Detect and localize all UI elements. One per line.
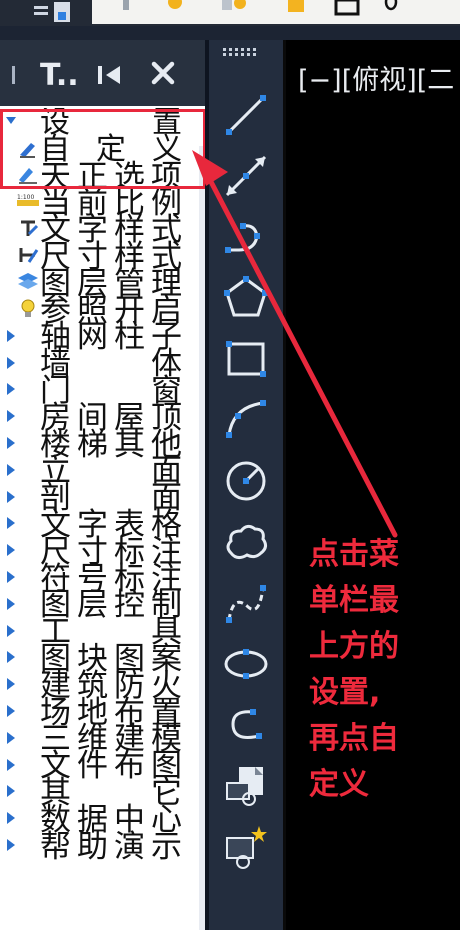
tree-item[interactable]: 参照开启 bbox=[0, 295, 205, 326]
palette-title: T.. bbox=[40, 58, 79, 93]
chevron-right-icon[interactable] bbox=[5, 410, 17, 423]
chevron-right-icon[interactable] bbox=[5, 544, 17, 557]
chevron-right-icon[interactable] bbox=[5, 731, 17, 744]
chevron-right-icon[interactable] bbox=[5, 785, 17, 798]
tree-item[interactable]: 1:100 当前比例 bbox=[0, 188, 205, 219]
tree-item[interactable]: 门 窗 bbox=[0, 375, 205, 406]
palette-tree: 设 置自定义天正选项 1:100 当前比例文字样式尺寸样式图层管理参照开启轴网柱子墙… bbox=[0, 108, 205, 930]
color-swatch-icon[interactable] bbox=[288, 0, 306, 14]
tree-item[interactable]: 帮助演示 bbox=[0, 828, 205, 865]
tree-item[interactable]: 其 它 bbox=[0, 777, 205, 808]
dimension-style-icon bbox=[17, 244, 39, 266]
rectangle-icon[interactable] bbox=[219, 332, 273, 386]
revision-cloud-icon[interactable] bbox=[219, 515, 273, 569]
annotation-line: 单栏最 bbox=[309, 583, 399, 618]
viewport-label[interactable]: [−][俯视][二 bbox=[298, 58, 454, 97]
palette-header: T.. bbox=[0, 40, 205, 106]
chevron-right-icon[interactable] bbox=[5, 651, 17, 664]
draw-toolbar bbox=[205, 40, 283, 930]
chevron-right-icon[interactable] bbox=[5, 758, 17, 771]
spline-icon[interactable] bbox=[219, 576, 273, 630]
line-icon[interactable] bbox=[219, 88, 273, 142]
chevron-right-icon[interactable] bbox=[5, 463, 17, 476]
chevron-right-icon[interactable] bbox=[5, 704, 17, 717]
scale-icon: 1:100 bbox=[17, 191, 39, 213]
tree-item[interactable]: 文字表格 bbox=[0, 509, 205, 540]
lightbulb-icon bbox=[17, 298, 39, 320]
annotation-text: 点击菜单栏最上方的设置, 再点自定义 bbox=[309, 532, 449, 808]
annotation-line: 上方的 bbox=[309, 629, 399, 664]
sun-icon[interactable] bbox=[162, 0, 188, 14]
auto-hide-icon[interactable] bbox=[96, 62, 124, 88]
construction-line-icon[interactable] bbox=[219, 149, 273, 203]
tree-item[interactable]: 立 面 bbox=[0, 456, 205, 487]
chevron-right-icon[interactable] bbox=[5, 329, 17, 342]
tree-item[interactable]: 图层管理 bbox=[0, 268, 205, 299]
close-icon[interactable] bbox=[150, 60, 176, 86]
annotation-line: 设置, bbox=[309, 675, 381, 710]
top-strip bbox=[0, 0, 460, 26]
tree-item[interactable]: 尺寸标注 bbox=[0, 536, 205, 567]
chevron-right-icon[interactable] bbox=[5, 383, 17, 396]
tree-item[interactable]: 楼梯其他 bbox=[0, 429, 205, 460]
chevron-right-icon[interactable] bbox=[5, 597, 17, 610]
tree-item[interactable]: 房间屋顶 bbox=[0, 402, 205, 433]
highlight-box bbox=[0, 109, 206, 189]
tree-item[interactable]: 图块图案 bbox=[0, 643, 205, 674]
grip-icon[interactable] bbox=[12, 66, 18, 84]
pin-icon[interactable] bbox=[118, 0, 134, 14]
tree-item[interactable]: 图层控制 bbox=[0, 590, 205, 621]
tree-item[interactable]: 工 具 bbox=[0, 617, 205, 648]
ribbon-strip bbox=[92, 0, 460, 24]
text-style-icon bbox=[17, 218, 39, 240]
chevron-right-icon[interactable] bbox=[5, 490, 17, 503]
tree-item[interactable]: 剖 面 bbox=[0, 483, 205, 514]
circle-icon[interactable] bbox=[219, 454, 273, 508]
tree-item[interactable]: 墙 体 bbox=[0, 349, 205, 380]
tree-item[interactable]: 轴网柱子 bbox=[0, 322, 205, 353]
polygon-icon[interactable] bbox=[219, 271, 273, 325]
chevron-right-icon[interactable] bbox=[5, 570, 17, 583]
zero-icon[interactable] bbox=[382, 0, 402, 14]
chevron-right-icon[interactable] bbox=[5, 517, 17, 530]
square-icon[interactable] bbox=[332, 0, 366, 18]
tree-item[interactable]: 文字样式 bbox=[0, 215, 205, 246]
tree-item[interactable]: 尺寸样式 bbox=[0, 241, 205, 272]
svg-text:1:100: 1:100 bbox=[17, 194, 34, 201]
toolbar-grip-icon[interactable] bbox=[223, 48, 269, 56]
tree-item[interactable]: 建筑防火 bbox=[0, 670, 205, 701]
tree-item-label: 帮助演示 bbox=[40, 828, 182, 865]
annotation-line: 点击菜 bbox=[309, 537, 399, 572]
create-block-icon[interactable] bbox=[219, 820, 273, 874]
ellipse-arc-icon[interactable] bbox=[219, 698, 273, 752]
tree-item[interactable]: 场地布置 bbox=[0, 697, 205, 728]
layout-icon[interactable] bbox=[30, 0, 80, 26]
polyline-icon[interactable] bbox=[219, 210, 273, 264]
light-bulb-icon[interactable] bbox=[220, 0, 250, 14]
chevron-right-icon[interactable] bbox=[5, 624, 17, 637]
layers-icon bbox=[17, 271, 39, 293]
tree-item[interactable]: 三维建模 bbox=[0, 724, 205, 755]
annotation-line: 再点自 bbox=[309, 721, 399, 756]
chevron-right-icon[interactable] bbox=[5, 678, 17, 691]
tree-item[interactable]: 数据中心 bbox=[0, 804, 205, 835]
tree-item[interactable]: 符号标注 bbox=[0, 563, 205, 594]
insert-block-icon[interactable] bbox=[219, 759, 273, 813]
chevron-right-icon[interactable] bbox=[5, 356, 17, 369]
ellipse-icon[interactable] bbox=[219, 637, 273, 691]
chevron-right-icon[interactable] bbox=[5, 436, 17, 449]
tree-item[interactable]: 文件布图 bbox=[0, 751, 205, 782]
chevron-right-icon[interactable] bbox=[5, 812, 17, 825]
chevron-right-icon[interactable] bbox=[5, 838, 17, 851]
arc-icon[interactable] bbox=[219, 393, 273, 447]
annotation-line: 定义 bbox=[309, 767, 369, 802]
